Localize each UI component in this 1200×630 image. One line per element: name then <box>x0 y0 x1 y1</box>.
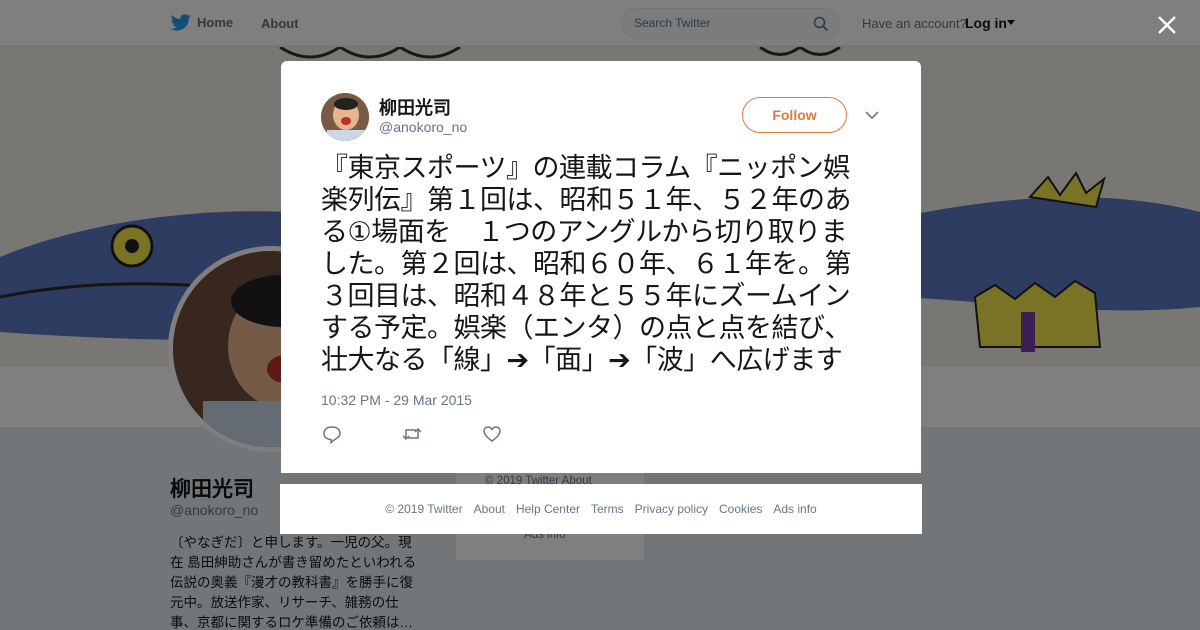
tweet-timestamp[interactable]: 10:32 PM - 29 Mar 2015 <box>321 392 472 408</box>
retweet-icon[interactable] <box>401 424 423 444</box>
tweet-permalink-modal: 柳田光司 @anokoro_no Follow 『東京スポーツ』の連載コラム『ニ… <box>281 61 921 473</box>
tweet-text-line: 『東京スポーツ』の連載コラム『ニッポン娯 <box>321 153 850 184</box>
tweet-text-line: した。第２回は、昭和６０年、６１年を。第 <box>321 249 852 280</box>
tweet-text: 『東京スポーツ』の連載コラム『ニッポン娯 楽列伝』第１回は、昭和５１年、５２年の… <box>321 153 886 377</box>
footer-link-about[interactable]: About <box>474 502 505 516</box>
tweet-author-name[interactable]: 柳田光司 <box>379 94 451 120</box>
chevron-down-icon[interactable] <box>865 110 879 120</box>
tweet-text-line: ３回目は、昭和４８年と５５年にズームイン <box>321 281 851 312</box>
tweet-author-avatar[interactable] <box>321 93 369 141</box>
close-icon[interactable] <box>1155 13 1179 37</box>
footer-link-terms[interactable]: Terms <box>591 502 624 516</box>
footer-copyright: © 2019 Twitter <box>385 502 463 516</box>
tweet-text-line: 楽列伝』第１回は、昭和５１年、５２年のあ <box>321 185 852 216</box>
footer-link-privacy-policy[interactable]: Privacy policy <box>635 502 708 516</box>
tweet-text-line: る①場面を １つのアングルから切り取りま <box>321 217 848 248</box>
reply-icon[interactable] <box>321 424 343 444</box>
follow-button[interactable]: Follow <box>742 97 847 133</box>
tweet-author-handle[interactable]: @anokoro_no <box>379 119 467 135</box>
footer-link-help-center[interactable]: Help Center <box>516 502 580 516</box>
footer-link-cookies[interactable]: Cookies <box>719 502 762 516</box>
tweet-text-line: する予定。娯楽（エンタ）の点と点を結び、 <box>321 313 852 344</box>
footer-link-ads-info[interactable]: Ads info <box>773 502 816 516</box>
like-icon[interactable] <box>481 424 503 444</box>
tweet-text-line: 壮大なる「線」➔「面」➔「波」へ広げます <box>321 345 843 376</box>
modal-footer: © 2019 Twitter About Help Center Terms P… <box>280 484 922 534</box>
